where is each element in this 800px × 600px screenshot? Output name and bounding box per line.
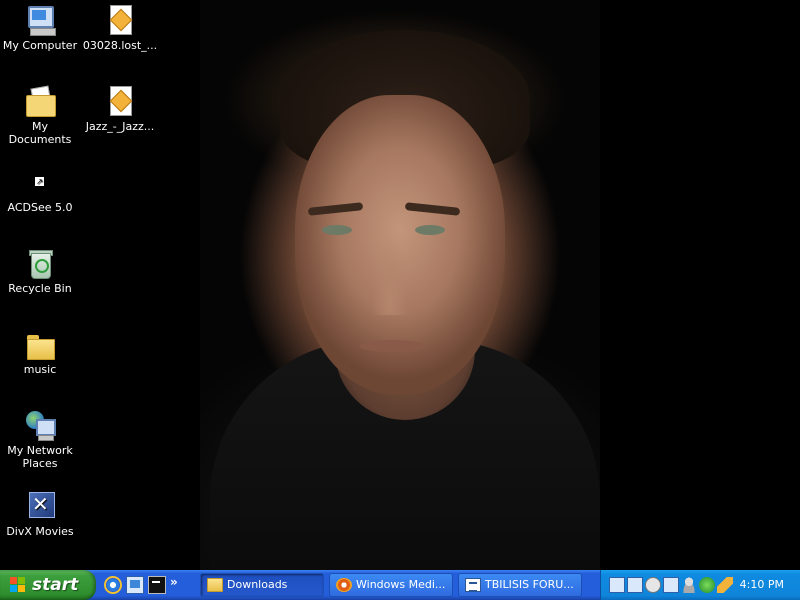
desktop-icon-acdsee[interactable]: ↗ ACDSee 5.0	[0, 166, 80, 214]
desktop-icon-my-computer[interactable]: My Computer	[0, 4, 80, 52]
desktop-icon-lost-file[interactable]: 03028.lost_...	[80, 4, 160, 52]
quick-launch-more-button[interactable]: »	[170, 576, 180, 594]
desktop-icon-jazz-file[interactable]: Jazz_-_Jazz...	[80, 85, 160, 133]
desktop-icon-my-documents[interactable]: My Documents	[0, 85, 80, 146]
start-button[interactable]: start	[0, 570, 96, 600]
wallpaper-nose	[372, 235, 408, 315]
media-file-icon	[104, 85, 136, 117]
folder-icon	[24, 328, 56, 360]
desktop-icon-network-places[interactable]: My Network Places	[0, 409, 80, 470]
desktop-icon-divx-movies[interactable]: ✕ DivX Movies	[0, 490, 80, 538]
clock[interactable]: 4:10 PM	[740, 570, 784, 600]
wallpaper-eye	[322, 225, 352, 235]
shortcut-icon: ↗	[24, 166, 56, 198]
media-file-icon	[104, 4, 136, 36]
system-tray: 4:10 PM	[600, 570, 800, 600]
display-icon[interactable]	[663, 577, 679, 593]
my-computer-icon	[24, 4, 56, 36]
document-icon	[465, 578, 481, 592]
my-documents-icon	[24, 85, 56, 117]
taskbar: start » Downloads Windows Medi... TBILIS…	[0, 570, 800, 600]
network-icon[interactable]	[609, 577, 625, 593]
show-desktop-icon[interactable]	[126, 576, 144, 594]
user-icon[interactable]	[681, 577, 697, 593]
quick-launch: »	[104, 574, 180, 596]
windows-media-player-icon	[336, 578, 352, 592]
internet-explorer-icon[interactable]	[104, 576, 122, 594]
wallpaper-eye	[415, 225, 445, 235]
task-button-downloads[interactable]: Downloads	[200, 573, 324, 597]
volume-icon[interactable]	[645, 577, 661, 593]
desktop-icon-music[interactable]: music	[0, 328, 80, 376]
pencil-icon[interactable]	[717, 577, 733, 593]
network-icon[interactable]	[627, 577, 643, 593]
desktop-icon-recycle-bin[interactable]: Recycle Bin	[0, 247, 80, 295]
divx-icon: ✕	[24, 490, 56, 522]
update-icon[interactable]	[699, 577, 715, 593]
windows-logo-icon	[10, 577, 26, 593]
task-button-tbilisis-forum[interactable]: TBILISIS FORU...	[458, 573, 582, 597]
wallpaper-mouth	[360, 340, 425, 352]
recycle-bin-icon	[24, 247, 56, 279]
folder-icon	[207, 578, 223, 592]
desktop-wallpaper	[200, 0, 600, 570]
task-button-windows-media-player[interactable]: Windows Medi...	[329, 573, 453, 597]
network-places-icon	[24, 409, 56, 441]
command-prompt-icon[interactable]	[148, 576, 166, 594]
